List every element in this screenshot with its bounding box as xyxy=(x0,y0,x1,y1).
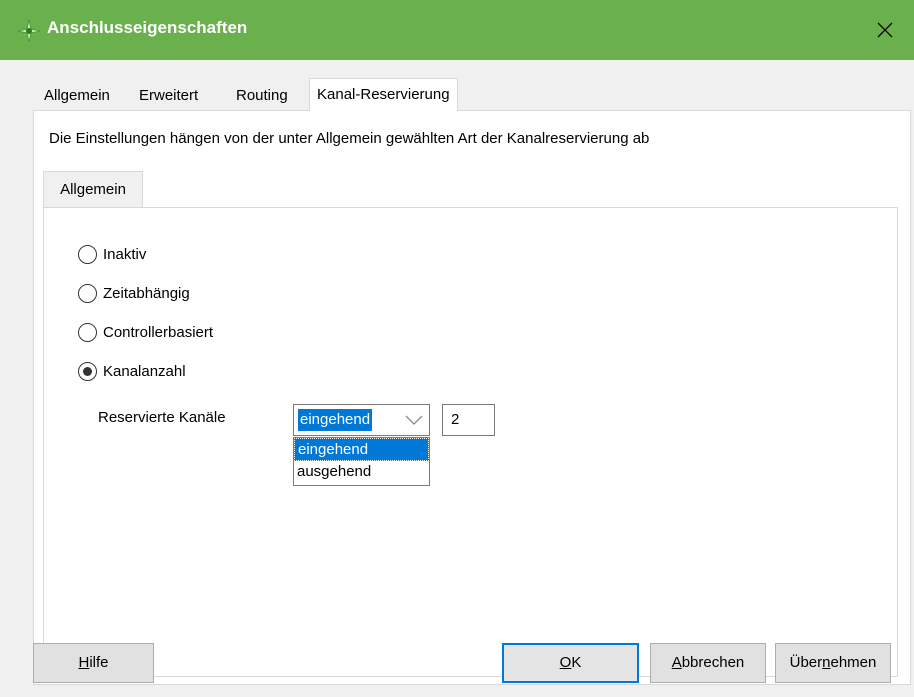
info-text: Die Einstellungen hängen von der unter A… xyxy=(49,130,650,147)
radio-circle xyxy=(78,283,97,303)
apply-button[interactable]: Übernehmen xyxy=(775,643,891,683)
direction-select[interactable]: eingehend xyxy=(293,404,430,436)
apply-label-post: ehmen xyxy=(830,654,877,671)
radio-controllerbasiert[interactable]: Controllerbasiert xyxy=(78,321,213,343)
radio-label: Kanalanzahl xyxy=(103,362,186,380)
help-button[interactable]: Hilfe xyxy=(33,643,154,683)
close-icon xyxy=(877,22,893,38)
radio-circle-checked xyxy=(78,361,97,381)
tab-erweitert[interactable]: Erweitert xyxy=(132,82,205,109)
ok-button[interactable]: OK xyxy=(502,643,639,683)
radio-label: Inaktiv xyxy=(103,245,147,263)
dropdown-option-ausgehend[interactable]: ausgehend xyxy=(294,461,429,484)
subtab-allgemein[interactable]: Allgemein xyxy=(43,171,143,207)
app-icon xyxy=(18,20,40,42)
tab-allgemein[interactable]: Allgemein xyxy=(37,82,117,109)
radio-label: Controllerbasiert xyxy=(103,323,214,341)
tab-kanal-reservierung[interactable]: Kanal-Reservierung xyxy=(309,78,458,111)
channel-count-input[interactable]: 2 xyxy=(442,404,495,436)
radio-circle xyxy=(78,322,97,342)
window-title: Anschlusseigenschaften xyxy=(47,18,248,37)
title-bar: Anschlusseigenschaften xyxy=(0,0,914,60)
chevron-down-icon xyxy=(405,415,423,425)
ok-label-post: K xyxy=(571,654,582,671)
cancel-label-key: A xyxy=(671,654,682,671)
tab-panel: Die Einstellungen hängen von der unter A… xyxy=(33,110,911,685)
radio-kanalanzahl[interactable]: Kanalanzahl xyxy=(78,360,186,382)
cancel-button[interactable]: Abbrechen xyxy=(650,643,766,683)
radio-circle xyxy=(78,244,97,264)
direction-select-value: eingehend xyxy=(298,409,373,431)
help-label-key: H xyxy=(78,654,90,671)
apply-label-pre: Über xyxy=(789,654,823,671)
tab-routing[interactable]: Routing xyxy=(229,82,295,109)
radio-zeitabhaengig[interactable]: Zeitabhängig xyxy=(78,282,190,304)
help-label-post: ilfe xyxy=(89,654,109,671)
subtab-panel: Inaktiv Zeitabhängig Controllerbasiert K… xyxy=(43,207,898,677)
cancel-label-post: bbrechen xyxy=(681,654,745,671)
ok-label-key: O xyxy=(559,654,572,671)
direction-dropdown-list: eingehend ausgehend xyxy=(293,437,430,486)
dropdown-option-eingehend[interactable]: eingehend xyxy=(294,438,429,461)
reserved-channels-label: Reservierte Kanäle xyxy=(98,409,226,426)
close-button[interactable] xyxy=(856,0,914,60)
dialog-body: Allgemein Erweitert Routing Kanal-Reserv… xyxy=(0,60,914,697)
radio-label: Zeitabhängig xyxy=(103,284,190,302)
radio-dot xyxy=(83,366,92,376)
radio-inaktiv[interactable]: Inaktiv xyxy=(78,243,146,265)
